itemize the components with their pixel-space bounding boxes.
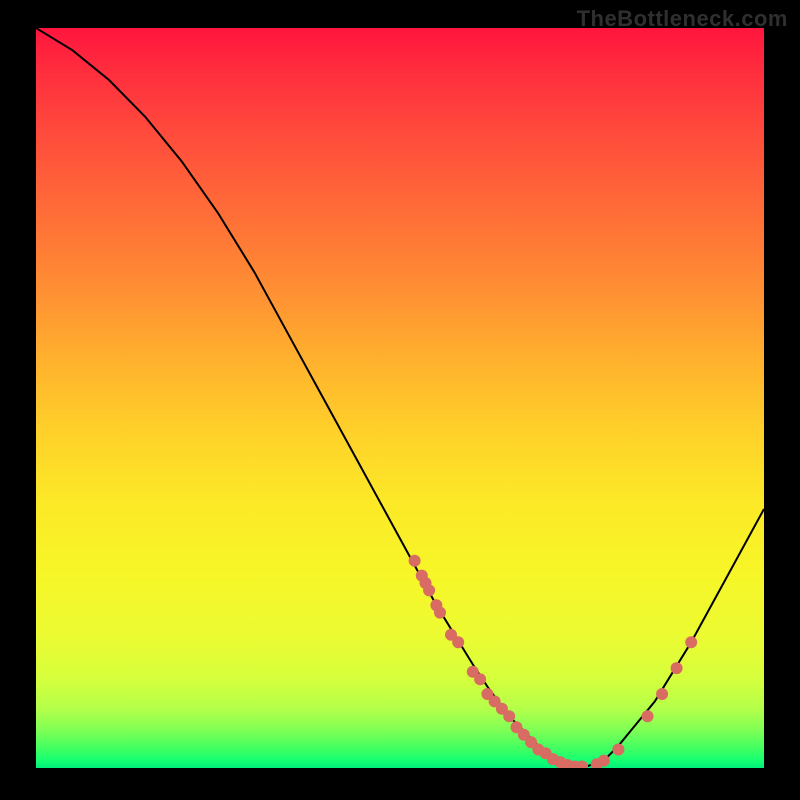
chart-frame: TheBottleneck.com (0, 0, 800, 800)
data-point (423, 584, 435, 596)
scatter-layer (36, 28, 764, 768)
data-point (434, 607, 446, 619)
data-point (503, 710, 515, 722)
data-point (685, 636, 697, 648)
data-point (598, 755, 610, 767)
plot-area (36, 28, 764, 768)
watermark-label: TheBottleneck.com (577, 6, 788, 32)
data-point (656, 688, 668, 700)
data-point (452, 636, 464, 648)
data-point (474, 673, 486, 685)
data-point (642, 710, 654, 722)
highlighted-points (409, 555, 698, 768)
data-point (671, 662, 683, 674)
data-point (409, 555, 421, 567)
data-point (612, 744, 624, 756)
